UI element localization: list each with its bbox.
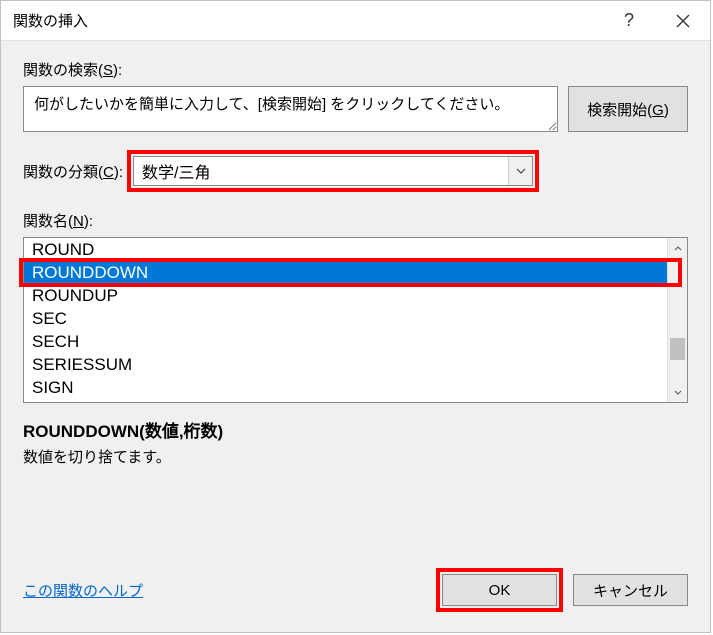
highlight-ok: OK: [436, 568, 563, 612]
search-label: 関数の検索(S):: [23, 59, 688, 80]
scroll-down-button[interactable]: [668, 382, 687, 402]
ok-button[interactable]: OK: [442, 574, 557, 606]
list-item[interactable]: SERIESSUM: [24, 353, 667, 376]
close-button[interactable]: [656, 1, 710, 41]
list-item[interactable]: SECH: [24, 330, 667, 353]
highlight-category: 数学/三角: [127, 150, 539, 192]
category-select[interactable]: 数学/三角: [133, 156, 533, 186]
help-button[interactable]: ?: [602, 1, 656, 41]
funcname-label: 関数名(N):: [23, 210, 688, 231]
search-row: 検索開始(G): [23, 86, 688, 132]
function-description: 数値を切り捨てます。: [23, 446, 688, 467]
category-selected-text: 数学/三角: [134, 159, 508, 183]
dialog-title: 関数の挿入: [13, 10, 602, 31]
function-syntax: ROUNDDOWN(数値,桁数): [23, 417, 688, 442]
cancel-button[interactable]: キャンセル: [573, 574, 688, 606]
list-item[interactable]: ROUNDUP: [24, 284, 667, 307]
function-list-wrap: ROUNDROUNDDOWNROUNDUPSECSECHSERIESSUMSIG…: [23, 237, 688, 403]
dialog-content: 関数の検索(S): 検索開始(G) 関数の分類(C): 数学/三角: [1, 41, 710, 632]
chevron-down-icon: [508, 157, 532, 185]
function-list-items: ROUNDROUNDDOWNROUNDUPSECSECHSERIESSUMSIG…: [24, 238, 667, 402]
list-item[interactable]: SIGN: [24, 376, 667, 399]
search-start-button[interactable]: 検索開始(G): [568, 86, 688, 132]
footer-buttons: OK キャンセル: [436, 568, 688, 612]
function-listbox[interactable]: ROUNDROUNDDOWNROUNDUPSECSECHSERIESSUMSIG…: [23, 237, 688, 403]
function-help-link[interactable]: この関数のヘルプ: [23, 580, 143, 601]
scroll-thumb[interactable]: [670, 338, 685, 360]
scrollbar[interactable]: [667, 238, 687, 402]
titlebar: 関数の挿入 ?: [1, 1, 710, 41]
dialog-footer: この関数のヘルプ OK キャンセル: [23, 568, 688, 612]
insert-function-dialog: 関数の挿入 ? 関数の検索(S): 検索開始(G) 関数の分類(C): 数学/三…: [0, 0, 711, 633]
search-input[interactable]: [23, 86, 558, 132]
close-icon: [676, 14, 690, 28]
list-item[interactable]: SEC: [24, 307, 667, 330]
category-label: 関数の分類(C):: [23, 161, 123, 182]
list-item[interactable]: ROUNDDOWN: [24, 261, 667, 284]
scroll-up-button[interactable]: [668, 238, 687, 258]
list-item[interactable]: ROUND: [24, 238, 667, 261]
category-row: 関数の分類(C): 数学/三角: [23, 150, 688, 192]
